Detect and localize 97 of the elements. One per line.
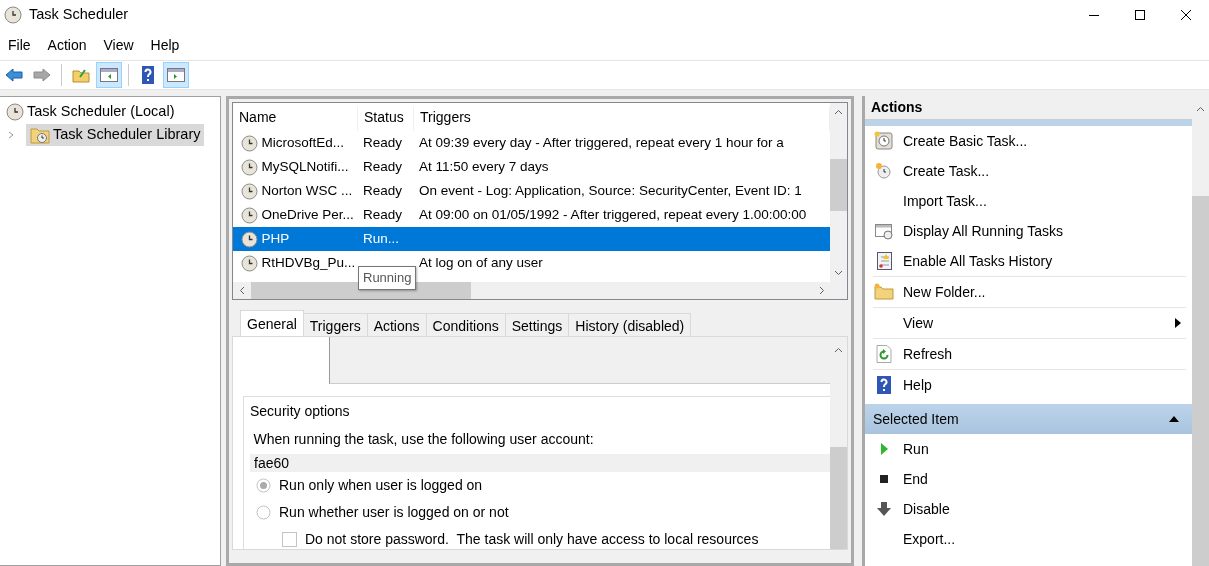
table-cell: Ready	[363, 182, 403, 198]
clock-icon	[874, 131, 894, 151]
radio-button[interactable]	[256, 477, 271, 493]
tree-item[interactable]: Task Scheduler (Local)	[2, 101, 178, 123]
command-item[interactable]: Create Task...	[865, 156, 1192, 186]
table-cell: At log on of any user	[419, 254, 543, 270]
radio-button[interactable]	[256, 504, 271, 520]
scroll-up-icon[interactable]	[834, 109, 843, 115]
clock-icon	[241, 230, 258, 248]
close-icon	[1181, 10, 1191, 20]
clock-icon	[5, 103, 24, 121]
command-item[interactable]: Enable All Tasks History	[865, 246, 1192, 276]
table-cell: At 09:39 every day - After triggered, repeat every 1 hour for a	[419, 134, 784, 150]
clock-icon	[241, 158, 258, 176]
command-item[interactable]: View	[865, 308, 1192, 338]
notebook-icon	[874, 251, 894, 271]
forward-arrow-icon	[32, 65, 52, 85]
tree-item[interactable]: Task Scheduler Library	[26, 124, 204, 146]
clock-icon	[241, 206, 258, 224]
tooltip: Running	[358, 266, 417, 290]
task-row[interactable]: MySQLNotifi... Ready At 11:50 every 7 days	[233, 155, 830, 179]
scrollbar[interactable]	[830, 103, 847, 282]
command-item[interactable]: Export...	[865, 524, 1192, 554]
tab[interactable]: General	[240, 310, 304, 336]
checkbox[interactable]	[282, 531, 297, 547]
option-label: Run whether user is logged on or not	[279, 502, 509, 522]
task-row[interactable]: Norton WSC ... Ready On event - Log: Application, Source: SecurityCenter, Event ID: 1	[233, 179, 830, 203]
command-item[interactable]: Display All Running Tasks	[865, 216, 1192, 246]
option-label: Run only when user is logged on	[279, 475, 483, 495]
table-cell-text: RtHDVBg_Pu...	[261, 253, 356, 272]
command-item[interactable]: Help	[865, 370, 1192, 400]
table-cell-text: MySQLNotifi...	[261, 157, 349, 176]
clock-icon	[241, 254, 258, 272]
toolbar-button[interactable]	[96, 62, 122, 88]
help-icon	[874, 375, 894, 395]
pane-title: Actions	[871, 98, 923, 117]
table-cell: At 11:50 every 7 days	[419, 158, 549, 174]
pane-icon	[99, 65, 119, 85]
scrollbar-thumb[interactable]	[830, 159, 847, 211]
window-title: Task Scheduler	[29, 5, 129, 25]
tab[interactable]: Settings	[504, 313, 570, 336]
table-cell: Run...	[363, 230, 400, 246]
scrollbar[interactable]	[1192, 96, 1209, 566]
menu-item[interactable]: Help	[150, 34, 180, 56]
collapse-caret-icon	[1168, 415, 1180, 423]
column-header[interactable]: Status	[358, 107, 414, 131]
table-cell: Ready	[363, 134, 403, 150]
field-label: When running the task, use the following user account:	[253, 431, 594, 447]
table-cell: At 09:00 on 01/05/1992 - After triggered, repeat every 1.00:00:00	[419, 206, 807, 222]
command-item[interactable]: Import Task...	[865, 186, 1192, 216]
table-cell-text: OneDrive Per...	[261, 205, 354, 224]
column-header[interactable]: Name	[233, 107, 358, 131]
scroll-up-icon[interactable]	[1196, 106, 1205, 112]
task-row[interactable]: MicrosoftEd... Ready At 09:39 every day - After triggered, repeat every 1 hour for a	[233, 131, 830, 155]
description-field[interactable]	[329, 337, 830, 384]
scroll-down-icon[interactable]	[834, 270, 843, 276]
command-item[interactable]: New Folder...	[865, 277, 1192, 307]
folder-icon	[874, 282, 894, 302]
command-item[interactable]: Create Basic Task...	[865, 126, 1192, 156]
refresh-icon	[874, 344, 894, 364]
account-field: fae60	[250, 453, 830, 472]
clock-icon	[241, 134, 258, 152]
clock-icon	[241, 182, 258, 200]
menu-item[interactable]: View	[103, 34, 134, 56]
scroll-right-icon[interactable]	[819, 286, 825, 295]
section-header[interactable]: Selected Item	[865, 404, 1192, 434]
tab[interactable]: History (disabled)	[568, 313, 692, 336]
table-cell: Ready	[363, 158, 403, 174]
scroll-left-icon[interactable]	[239, 286, 245, 295]
back-arrow-icon	[4, 65, 24, 85]
table-cell: Ready	[363, 206, 403, 222]
command-item[interactable]: End	[865, 464, 1192, 494]
scroll-up-icon[interactable]	[834, 347, 843, 353]
table-cell-text: MicrosoftEd...	[261, 133, 345, 152]
menu-item[interactable]: Action	[47, 34, 87, 56]
scrollbar[interactable]	[830, 337, 847, 549]
maximize-icon	[1135, 10, 1145, 20]
scrollbar-thumb[interactable]	[830, 447, 847, 549]
clock-icon	[874, 161, 894, 181]
task-row[interactable]: PHP Run...	[233, 227, 830, 251]
menu-item[interactable]: File	[8, 34, 31, 56]
group-title: Security options	[250, 403, 350, 419]
task-row[interactable]: OneDrive Per... Ready At 09:00 on 01/05/1992 - After triggered, repeat every 1.00:00:00	[233, 203, 830, 227]
tab[interactable]: Triggers	[302, 313, 368, 336]
folder-clock-icon	[29, 126, 50, 144]
command-item[interactable]: Disable	[865, 494, 1192, 524]
toolbar-button[interactable]	[163, 62, 189, 88]
option-label: Do not store password. The task will only have access to local resources	[305, 529, 759, 549]
app-icon	[4, 6, 22, 24]
minimize-icon	[1089, 14, 1099, 16]
table-cell: On event - Log: Application, Source: SecurityCenter, Event ID: 1	[419, 182, 802, 198]
command-item[interactable]: Refresh	[865, 339, 1192, 369]
command-item[interactable]: Run	[865, 434, 1192, 464]
table-cell-text: PHP	[261, 229, 290, 248]
table-cell-text: Norton WSC ...	[261, 181, 353, 200]
window-clock-icon	[874, 221, 894, 241]
pane-icon	[166, 65, 186, 85]
